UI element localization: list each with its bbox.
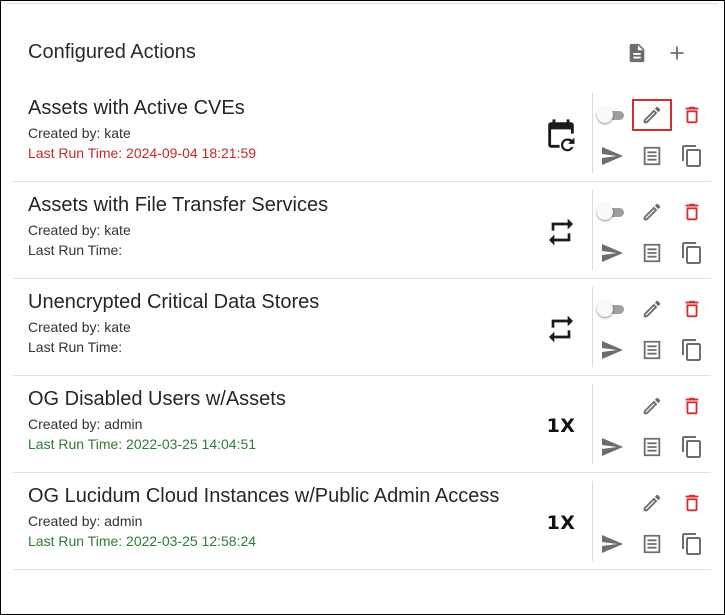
action-row: Assets with File Transfer Services Creat… [13, 182, 711, 279]
log-button[interactable] [637, 141, 667, 171]
pencil-icon [643, 397, 661, 415]
pencil-icon [643, 203, 661, 221]
log-button[interactable] [637, 238, 667, 268]
vertical-divider [592, 481, 593, 561]
delete-button[interactable] [677, 391, 707, 421]
action-row: OG Disabled Users w/Assets Created by: a… [13, 376, 711, 473]
action-title: Assets with File Transfer Services [28, 194, 329, 216]
delete-button[interactable] [677, 197, 707, 227]
trash-icon [685, 300, 699, 318]
receipt-log-icon [643, 146, 661, 166]
last-run-time: Last Run Time: 2022-03-25 14:04:51 [28, 436, 257, 452]
top-divider [7, 3, 718, 4]
copy-button[interactable] [677, 141, 707, 171]
last-run-time: Last Run Time: [28, 242, 123, 258]
last-run-time: Last Run Time: 2024-09-04 18:21:59 [28, 145, 257, 161]
edit-button[interactable] [637, 488, 667, 518]
action-title: Assets with Active CVEs [28, 97, 245, 119]
header-toolbar [623, 39, 695, 67]
plus-icon[interactable] [663, 39, 691, 67]
copy-icon [682, 145, 701, 167]
copy-icon [682, 533, 701, 555]
pencil-icon [643, 106, 661, 124]
copy-icon [682, 436, 701, 458]
configured-actions-panel: Configured Actions Assets with Active CV… [0, 0, 725, 615]
schedule-indicator: 1X [543, 408, 579, 444]
pencil-icon [643, 300, 661, 318]
enable-toggle[interactable] [597, 197, 627, 227]
copy-icon [682, 242, 701, 264]
receipt-log-icon [643, 243, 661, 263]
send-button[interactable] [597, 529, 627, 559]
action-row: Assets with Active CVEs Created by: kate… [13, 85, 711, 182]
run-once-label: 1X [546, 415, 576, 437]
created-by: Created by: kate [28, 125, 131, 141]
created-by: Created by: admin [28, 513, 143, 529]
log-button[interactable] [637, 529, 667, 559]
vertical-divider [592, 384, 593, 464]
send-button[interactable] [597, 335, 627, 365]
created-by: Created by: kate [28, 222, 131, 238]
copy-button[interactable] [677, 432, 707, 462]
delete-button[interactable] [677, 488, 707, 518]
vertical-divider [592, 190, 593, 270]
send-icon [602, 244, 623, 262]
vertical-divider [592, 93, 593, 173]
send-button[interactable] [597, 432, 627, 462]
document-icon[interactable] [623, 39, 651, 67]
delete-button[interactable] [677, 100, 707, 130]
enable-toggle[interactable] [597, 100, 627, 130]
copy-icon [682, 339, 701, 361]
copy-button[interactable] [677, 238, 707, 268]
row-divider [13, 569, 711, 570]
send-icon [602, 341, 623, 359]
log-button[interactable] [637, 432, 667, 462]
repeat-icon [543, 311, 579, 347]
trash-icon [685, 397, 699, 415]
send-icon [602, 438, 623, 456]
send-icon [602, 535, 623, 553]
action-title: OG Disabled Users w/Assets [28, 388, 286, 410]
action-title: Unencrypted Critical Data Stores [28, 291, 320, 313]
edit-button[interactable] [637, 391, 667, 421]
receipt-log-icon [643, 534, 661, 554]
edit-button[interactable] [637, 197, 667, 227]
schedule-indicator: 1X [543, 505, 579, 541]
log-button[interactable] [637, 335, 667, 365]
receipt-log-icon [643, 437, 661, 457]
receipt-log-icon [643, 340, 661, 360]
last-run-time: Last Run Time: [28, 339, 123, 355]
trash-icon [685, 106, 699, 124]
pencil-icon [643, 494, 661, 512]
trash-icon [685, 203, 699, 221]
send-button[interactable] [597, 141, 627, 171]
repeat-icon [543, 214, 579, 250]
trash-icon [685, 494, 699, 512]
action-row: OG Lucidum Cloud Instances w/Public Admi… [13, 473, 711, 570]
edit-button[interactable] [632, 99, 672, 131]
enable-toggle[interactable] [597, 294, 627, 324]
action-row: Unencrypted Critical Data Stores Created… [13, 279, 711, 376]
page-title: Configured Actions [28, 41, 196, 63]
delete-button[interactable] [677, 294, 707, 324]
copy-button[interactable] [677, 335, 707, 365]
copy-button[interactable] [677, 529, 707, 559]
last-run-time: Last Run Time: 2022-03-25 12:58:24 [28, 533, 257, 549]
vertical-divider [592, 287, 593, 367]
created-by: Created by: admin [28, 416, 143, 432]
edit-button[interactable] [637, 294, 667, 324]
action-title: OG Lucidum Cloud Instances w/Public Admi… [28, 485, 500, 507]
send-icon [602, 147, 623, 165]
send-button[interactable] [597, 238, 627, 268]
created-by: Created by: kate [28, 319, 131, 335]
run-once-label: 1X [546, 512, 576, 534]
calendar-repeat-icon [543, 117, 579, 153]
